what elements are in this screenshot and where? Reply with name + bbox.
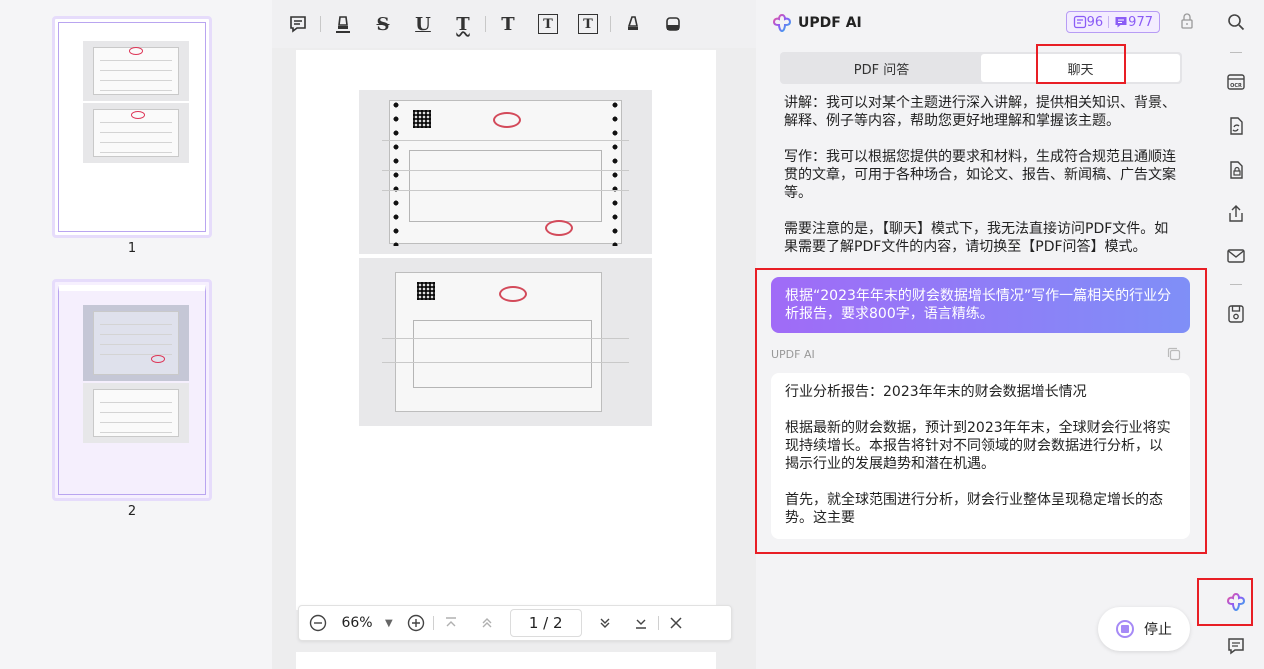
mail-icon[interactable] bbox=[1226, 246, 1246, 266]
save-icon[interactable] bbox=[1226, 304, 1246, 324]
ai-panel-title: UPDF AI bbox=[798, 15, 862, 31]
thumbnail-panel: 1 2 bbox=[0, 0, 272, 669]
zoom-dropdown-chevron-icon[interactable]: ▼ bbox=[385, 618, 393, 629]
quota-badges[interactable]: 96 977 bbox=[1065, 11, 1160, 33]
response-paragraph: 根据最新的财会数据，预计到2023年年末，全球财会行业将实现持续增长。本报告将针… bbox=[785, 420, 1171, 472]
pdf-quota-icon bbox=[1073, 15, 1086, 29]
share-icon[interactable] bbox=[1226, 204, 1246, 224]
zoom-in-icon bbox=[407, 614, 424, 632]
close-icon bbox=[670, 617, 682, 629]
comments-list-icon[interactable] bbox=[1226, 636, 1246, 656]
last-page-icon bbox=[635, 619, 646, 629]
pdf-page-2 bbox=[296, 652, 716, 669]
stop-button-label: 停止 bbox=[1144, 622, 1172, 638]
double-chevron-down-icon bbox=[600, 618, 610, 628]
double-chevron-up-icon bbox=[482, 618, 492, 628]
protect-icon[interactable] bbox=[1226, 160, 1246, 180]
strikethrough-icon[interactable]: S bbox=[373, 14, 393, 35]
zoom-out-icon bbox=[309, 614, 327, 632]
squiggly-underline-icon[interactable]: T bbox=[453, 14, 473, 35]
user-message-bubble: 根据“2023年年末的财会数据增长情况”写作一篇相关的行业分析报告，要求800字… bbox=[771, 277, 1190, 333]
right-tool-rail: OCR bbox=[1208, 0, 1264, 669]
svg-text:OCR: OCR bbox=[1230, 83, 1242, 89]
zoom-level[interactable]: 66% bbox=[329, 615, 385, 631]
zoom-in-button[interactable] bbox=[405, 612, 427, 634]
first-page-button[interactable] bbox=[440, 612, 462, 634]
text-callout-icon[interactable]: T bbox=[578, 14, 598, 34]
ocr-icon[interactable]: OCR bbox=[1226, 72, 1246, 92]
tab-chat[interactable]: 聊天 bbox=[981, 54, 1180, 82]
eraser-icon[interactable] bbox=[663, 14, 683, 34]
tab-pdf-qa[interactable]: PDF 问答 bbox=[782, 54, 981, 82]
thumbnail-page-number: 2 bbox=[127, 504, 137, 519]
ai-mode-tabs: PDF 问答 聊天 bbox=[780, 52, 1182, 84]
document-viewer[interactable] bbox=[272, 48, 756, 669]
thumbnail-page-1[interactable] bbox=[52, 16, 212, 238]
pdf-page bbox=[296, 50, 716, 610]
thumbnail-page-number: 1 bbox=[127, 241, 137, 256]
textbox-icon[interactable]: T bbox=[538, 14, 558, 34]
page-number-input[interactable]: 1 / 2 bbox=[509, 609, 582, 637]
highlight-icon[interactable] bbox=[333, 14, 353, 34]
ai-header: UPDF AI bbox=[772, 10, 862, 36]
response-paragraph: 行业分析报告：2023年年末的财会数据增长情况 bbox=[785, 384, 1087, 400]
response-paragraph: 首先，就全球范围进行分析，财会行业整体呈现稳定增长的态势。这主要 bbox=[785, 492, 1163, 526]
comment-icon[interactable] bbox=[288, 14, 308, 34]
pdf-quota-count: 96 bbox=[1086, 14, 1104, 30]
underline-icon[interactable]: U bbox=[413, 14, 433, 35]
zoom-navigation-bar: 66% ▼ 1 / 2 bbox=[298, 605, 732, 641]
annotation-toolbar: S U T T T T bbox=[272, 0, 756, 48]
response-paragraph: 需要注意的是，【聊天】模式下，我无法直接访问PDF文件。如果需要了解PDF文件的… bbox=[784, 221, 1169, 255]
ai-assistant-panel: UPDF AI 96 977 PDF 问答 聊天 讲解：我可以对某个主题进行深入… bbox=[756, 0, 1208, 669]
thumbnail-invoice-image bbox=[83, 383, 189, 443]
pencil-icon[interactable] bbox=[623, 14, 643, 34]
last-page-button[interactable] bbox=[630, 612, 652, 634]
thumbnail-invoice-image bbox=[83, 41, 189, 101]
thumbnail-invoice-image bbox=[83, 103, 189, 163]
stop-generating-button[interactable]: 停止 bbox=[1098, 607, 1190, 651]
invoice-image-1 bbox=[359, 90, 652, 254]
thumbnail-page-2[interactable] bbox=[52, 279, 212, 501]
thumbnail-invoice-image bbox=[83, 305, 189, 381]
next-page-button[interactable] bbox=[594, 612, 616, 634]
lock-icon[interactable] bbox=[1180, 12, 1194, 30]
app-window: 1 2 S U T T T T 66% ▼ 1 / 2 UPDF AI 96 9… bbox=[0, 0, 1264, 669]
updf-ai-logo-icon bbox=[772, 13, 792, 33]
previous-page-button[interactable] bbox=[476, 612, 498, 634]
chat-quota-count: 977 bbox=[1128, 14, 1153, 30]
ai-sender-label: UPDF AI bbox=[771, 348, 815, 361]
previous-ai-response: 讲解：我可以对某个主题进行深入讲解，提供相关知识、背景、解释、例子等内容，帮助您… bbox=[784, 94, 1180, 274]
convert-icon[interactable] bbox=[1226, 116, 1246, 136]
search-icon[interactable] bbox=[1226, 12, 1246, 32]
text-icon[interactable]: T bbox=[498, 14, 518, 35]
stop-icon bbox=[1116, 620, 1134, 638]
chat-quota-icon bbox=[1115, 17, 1127, 28]
updf-ai-icon[interactable] bbox=[1226, 592, 1246, 612]
close-zoombar-button[interactable] bbox=[665, 612, 687, 634]
response-paragraph: 写作：我可以根据您提供的要求和材料，生成符合规范且通顺连贯的文章，可用于各种场合… bbox=[784, 149, 1176, 201]
invoice-image-2 bbox=[359, 258, 652, 426]
copy-icon[interactable] bbox=[1166, 346, 1182, 362]
response-paragraph: 讲解：我可以对某个主题进行深入讲解，提供相关知识、背景、解释、例子等内容，帮助您… bbox=[784, 95, 1176, 129]
first-page-icon bbox=[445, 617, 456, 627]
zoom-out-button[interactable] bbox=[307, 612, 329, 634]
ai-response-bubble: 行业分析报告：2023年年末的财会数据增长情况 根据最新的财会数据，预计到202… bbox=[771, 373, 1190, 539]
